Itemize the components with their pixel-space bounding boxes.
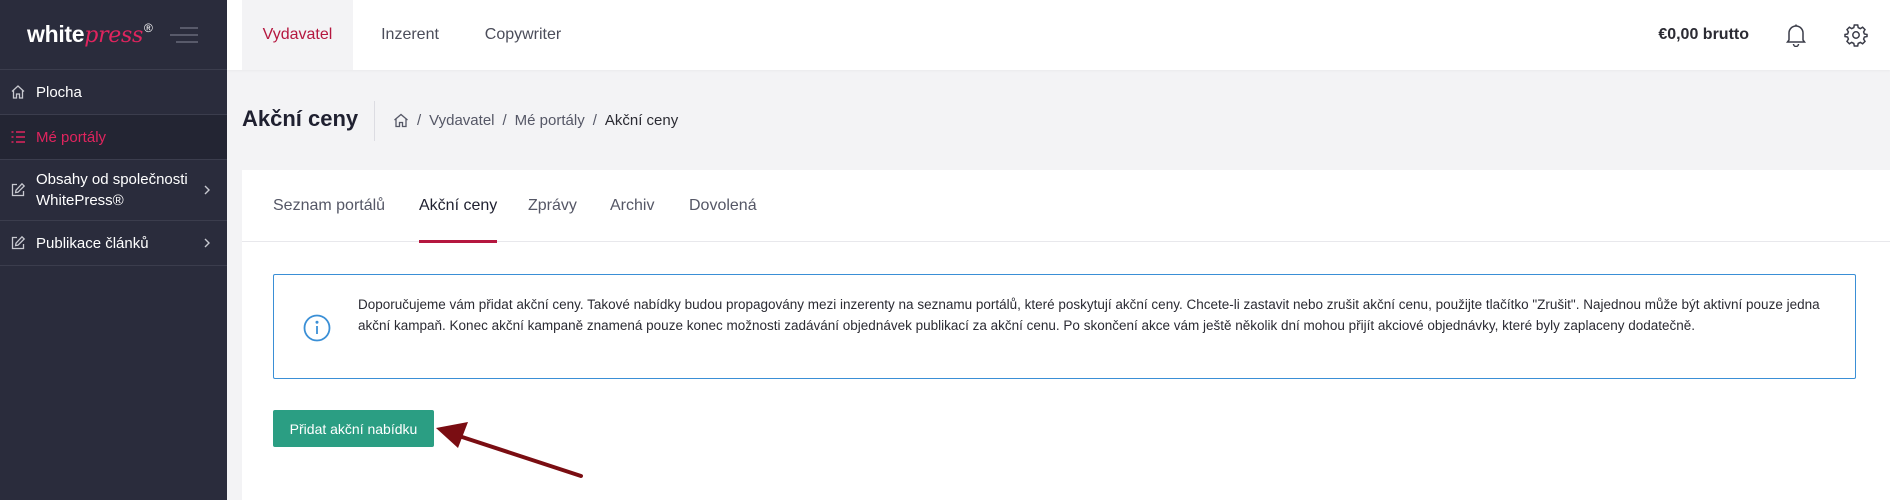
edit-icon: [9, 182, 26, 199]
home-icon[interactable]: [393, 113, 409, 128]
info-alert: Doporučujeme vám přidat akční ceny. Tako…: [273, 274, 1856, 379]
tab-zpravy[interactable]: Zprávy: [528, 170, 577, 242]
sidebar-item-label: Publikace článků: [36, 234, 149, 252]
breadcrumb-separator: /: [502, 112, 507, 129]
tab-seznam-portalu[interactable]: Seznam portálů: [273, 170, 385, 242]
info-alert-text: Doporučujeme vám přidat akční ceny. Tako…: [358, 297, 1820, 333]
tab-inzerent[interactable]: Inzerent: [365, 0, 455, 70]
breadcrumb: / Vydavatel / Mé portály / Akční ceny: [393, 112, 678, 129]
sidebar-item-obsahy[interactable]: Obsahy od společnosti WhitePress®: [0, 160, 227, 221]
content-tabs: Seznam portálů Akční ceny Zprávy Archiv …: [242, 170, 1890, 243]
tab-dovolena[interactable]: Dovolená: [689, 170, 757, 242]
add-action-offer-button[interactable]: Přidat akční nabídku: [273, 410, 434, 447]
page-title: Akční ceny: [242, 106, 359, 131]
whitepress-logo[interactable]: white press ®: [27, 21, 153, 48]
logo-bar: white press ®: [0, 0, 227, 70]
tab-archiv[interactable]: Archiv: [610, 170, 654, 242]
list-icon: [9, 129, 26, 146]
sidebar-item-label: Mé portály: [36, 128, 107, 146]
sidebar-item-me-portaly[interactable]: Mé portály: [0, 115, 227, 160]
edit-icon: [9, 235, 26, 252]
account-balance[interactable]: €0,00 brutto: [1658, 0, 1749, 70]
tab-copywriter[interactable]: Copywriter: [467, 0, 579, 70]
chevron-right-icon: [203, 235, 213, 251]
info-icon: [303, 314, 331, 342]
sidebar: white press ® Plocha Mé portály Obsahy od …: [0, 0, 227, 500]
breadcrumb-item-me-portaly[interactable]: Mé portály: [515, 112, 585, 129]
home-icon: [9, 84, 26, 101]
sidebar-item-plocha[interactable]: Plocha: [0, 70, 227, 115]
sidebar-item-publikace[interactable]: Publikace článků: [0, 221, 227, 266]
top-bar: Vydavatel Inzerent Copywriter €0,00 brut…: [227, 0, 1890, 70]
tab-akcni-ceny[interactable]: Akční ceny: [419, 170, 498, 243]
breadcrumb-separator: /: [592, 112, 597, 129]
logo-text-press: press: [84, 23, 143, 48]
chevron-right-icon: [203, 182, 213, 198]
breadcrumb-item-vydavatel[interactable]: Vydavatel: [429, 112, 494, 129]
bell-icon[interactable]: [1783, 22, 1809, 48]
breadcrumb-separator: /: [417, 112, 422, 129]
tab-vydavatel[interactable]: Vydavatel: [242, 0, 353, 70]
gear-icon[interactable]: [1843, 22, 1869, 48]
menu-toggle-icon[interactable]: [170, 27, 198, 45]
breadcrumb-item-current: Akční ceny: [604, 112, 679, 129]
logo-text-white: white: [27, 21, 85, 47]
content-card: Seznam portálů Akční ceny Zprávy Archiv …: [242, 170, 1890, 500]
title-divider: [374, 101, 375, 141]
sidebar-item-label: Obsahy od společnosti WhitePress®: [36, 171, 188, 209]
sidebar-item-label: Plocha: [36, 83, 82, 101]
logo-registered-mark: ®: [143, 21, 153, 35]
